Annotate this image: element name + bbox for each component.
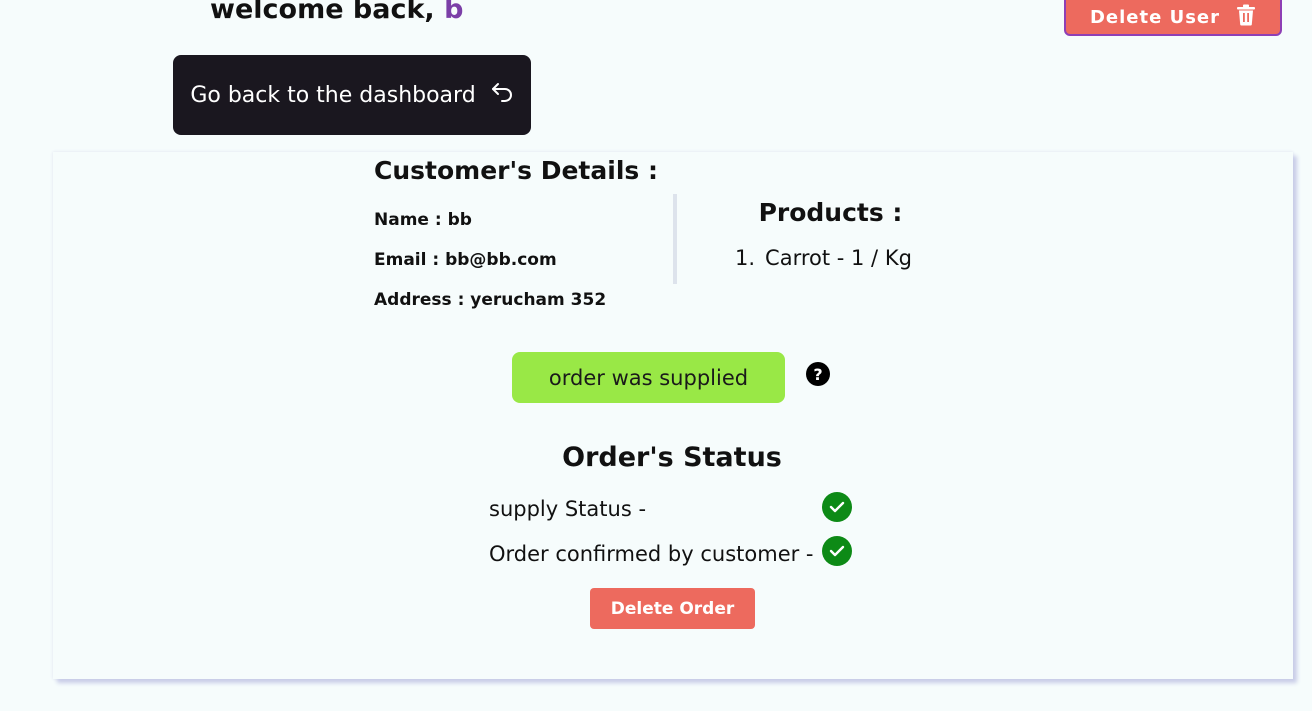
trash-icon bbox=[1236, 4, 1256, 31]
order-card: Customer's Details : Name : bb Email : b… bbox=[53, 152, 1293, 679]
order-supplied-badge: order was supplied bbox=[512, 352, 785, 403]
delete-order-button[interactable]: Delete Order bbox=[590, 588, 755, 629]
customer-name: Name : bb bbox=[374, 210, 472, 230]
list-item: 1. Carrot - 1 / Kg bbox=[735, 246, 912, 270]
check-circle-icon bbox=[822, 536, 852, 566]
customer-address: Address : yerucham 352 bbox=[374, 290, 607, 310]
list-item-number: 1. bbox=[735, 246, 756, 270]
undo-arrow-icon bbox=[490, 81, 514, 109]
products-list: 1. Carrot - 1 / Kg bbox=[735, 246, 912, 270]
order-confirmed-label: Order confirmed by customer - bbox=[489, 542, 814, 566]
products-title: Products : bbox=[758, 198, 903, 227]
supply-status-label: supply Status - bbox=[489, 497, 647, 521]
back-to-dashboard-button[interactable]: Go back to the dashboard bbox=[173, 55, 531, 135]
customer-email: Email : bb@bb.com bbox=[374, 250, 557, 270]
customer-details-title: Customer's Details : bbox=[374, 156, 658, 185]
check-circle-icon bbox=[822, 492, 852, 522]
welcome-text: welcome back, bbox=[210, 0, 445, 25]
details-divider bbox=[673, 194, 677, 284]
username: b bbox=[444, 0, 464, 25]
welcome-heading: welcome back, b bbox=[210, 0, 463, 25]
delete-user-label: Delete User bbox=[1089, 6, 1221, 28]
list-item-label: Carrot - 1 / Kg bbox=[765, 246, 912, 270]
back-button-label: Go back to the dashboard bbox=[190, 82, 476, 108]
question-circle-icon[interactable]: ? bbox=[806, 362, 830, 386]
order-status-title: Order's Status bbox=[562, 442, 782, 473]
delete-user-button[interactable]: Delete User bbox=[1064, 0, 1282, 36]
